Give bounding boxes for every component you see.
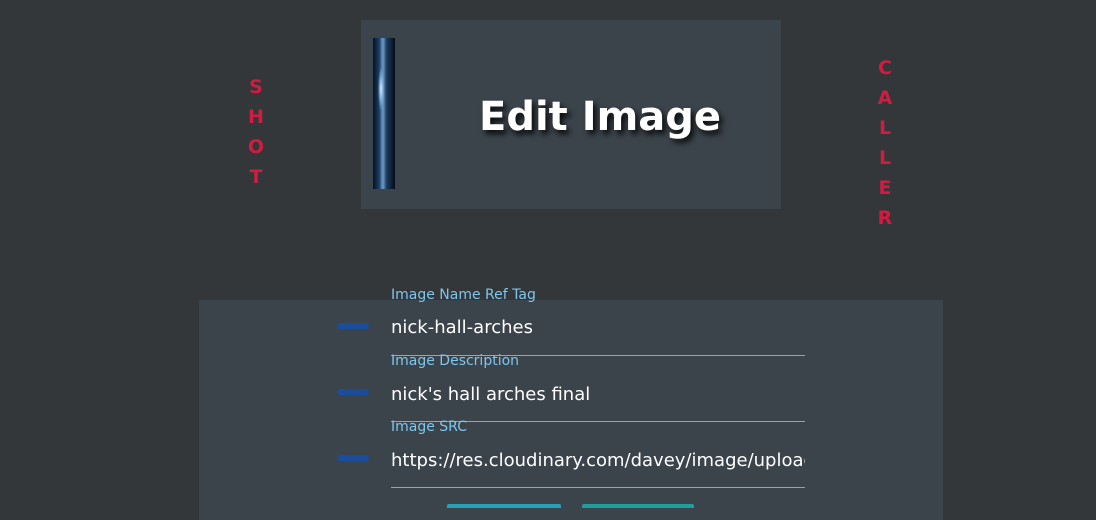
side-letter: O: [247, 136, 265, 158]
src-input[interactable]: [391, 449, 805, 473]
field-label: Image SRC: [391, 419, 467, 435]
header-card: Edit Image: [361, 20, 781, 209]
side-letter: L: [878, 117, 892, 139]
field-underline: [391, 487, 805, 488]
field-marker: [337, 323, 369, 329]
image-thumbnail: [373, 38, 395, 189]
side-letter: H: [248, 106, 264, 128]
side-letter: L: [878, 147, 892, 169]
description-input[interactable]: [391, 383, 805, 407]
field-label: Image Name Ref Tag: [391, 287, 536, 303]
field-marker: [337, 455, 369, 461]
side-letter: R: [877, 207, 893, 229]
side-letter: A: [877, 87, 893, 109]
side-letter: E: [878, 177, 892, 199]
side-letter: C: [878, 57, 892, 79]
edit-image-form: Image Name Ref Tag Image Description Ima…: [199, 287, 943, 520]
side-word-shot: S H O T: [246, 72, 266, 192]
side-letter: S: [249, 76, 263, 98]
field-marker: [337, 389, 369, 395]
side-word-caller: C A L L E R: [875, 53, 895, 233]
field-label: Image Description: [391, 353, 520, 369]
page-title: Edit Image: [479, 94, 722, 140]
name-ref-input[interactable]: [391, 316, 805, 340]
side-letter: T: [249, 166, 263, 188]
